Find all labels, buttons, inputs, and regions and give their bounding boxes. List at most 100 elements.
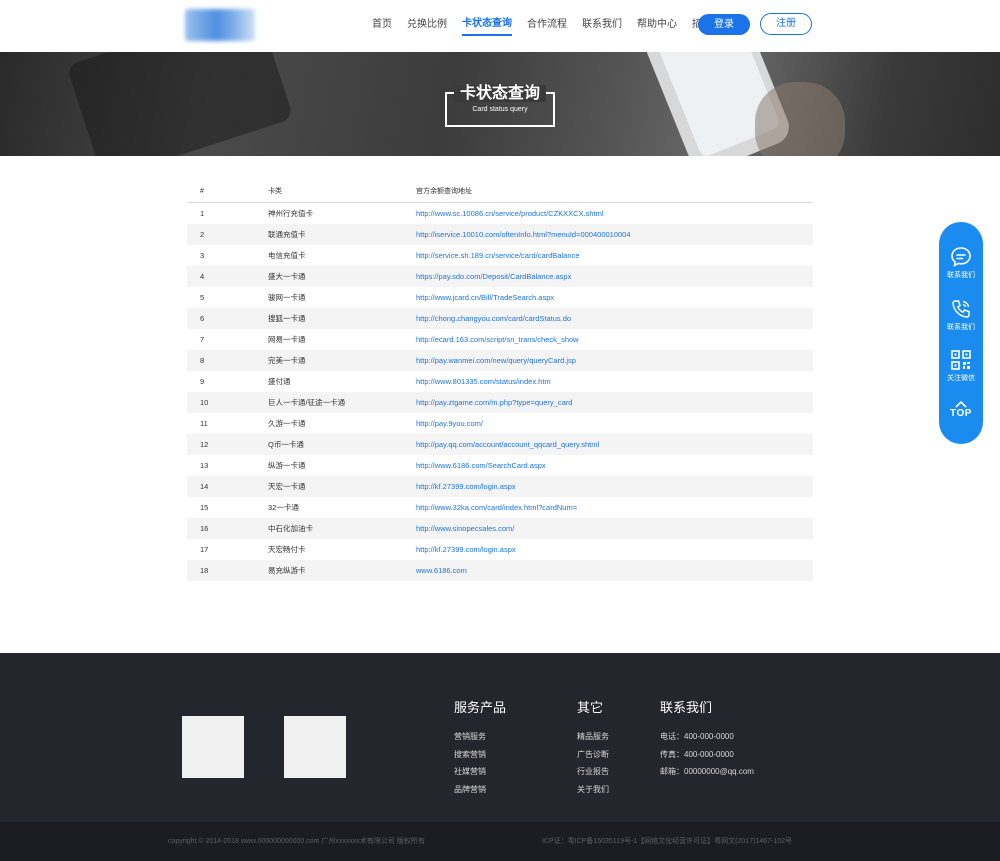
card-type-name: 骏网一卡通 — [268, 293, 306, 302]
row-number: 15 — [200, 503, 209, 512]
footer-bottom-bar: copyright © 2014-2018 www.000000000000.c… — [0, 822, 1000, 861]
nav-item-cooperation[interactable]: 合作流程 — [527, 0, 567, 52]
card-type-name: 完美一卡通 — [268, 356, 306, 365]
nav-item-help[interactable]: 帮助中心 — [637, 0, 677, 52]
card-type-name: 网易一卡通 — [268, 335, 306, 344]
main-nav: 首页 兑换比例 卡状态查询 合作流程 联系我们 帮助中心 招商合作 — [372, 0, 747, 52]
card-type-name: 神州行充值卡 — [268, 209, 313, 218]
footer-link[interactable]: 品牌营销 — [454, 781, 506, 799]
table-row: 13 纵游一卡通 http://www.6186.com/SearchCard.as… — [187, 455, 813, 476]
footer-services-title: 服务产品 — [454, 700, 507, 715]
card-type-name: 天宏畅付卡 — [268, 545, 306, 554]
footer-link[interactable]: 社媒营销 — [454, 763, 506, 781]
query-url-link[interactable]: http://www.jcard.cn/Bill/TradeSearch.asp… — [416, 287, 554, 308]
register-button[interactable]: 注册 — [760, 13, 812, 35]
query-url-link[interactable]: http://service.sh.189.cn/service/card/ca… — [416, 245, 579, 266]
icp-license-text: ICP证：粤ICP备15035119号-1【网络文化经营许可证】粤网文(2017… — [542, 838, 793, 845]
nav-item-card-status[interactable]: 卡状态查询 — [462, 0, 512, 36]
table-body: 1 神州行充值卡 http://www.sc.10086.cn/service/pr… — [187, 203, 813, 581]
nav-item-contact[interactable]: 联系我们 — [582, 0, 622, 52]
table-row: 2 联通充值卡 http://iservice.10010.com/oftenInf… — [187, 224, 813, 245]
footer-fax: 传真：400-000-0000 — [660, 749, 734, 759]
query-url-link[interactable]: http://kf.27399.com/login.aspx — [416, 539, 516, 560]
query-url-link[interactable]: http://www.sinopecsales.com/ — [416, 518, 514, 539]
table-row: 10 巨人一卡通/征途一卡通 http://pay.ztgame.com/m.php… — [187, 392, 813, 413]
row-number: 2 — [200, 230, 205, 239]
query-url-link[interactable]: https://pay.sdo.com/Deposit/CardBalance.… — [416, 266, 571, 287]
query-url-link[interactable]: http://www.801335.com/status/index.htm — [416, 371, 551, 392]
table-row: 3 电信充值卡 http://service.sh.189.cn/service/c… — [187, 245, 813, 266]
table-row: 5 骏网一卡通 http://www.jcard.cn/Bill/TradeSear… — [187, 287, 813, 308]
footer-link[interactable]: 搜索营销 — [454, 746, 506, 764]
footer-qr-code-1 — [182, 716, 244, 778]
footer-link[interactable]: 广告诊断 — [577, 746, 609, 764]
chat-bubble-icon — [951, 247, 971, 267]
float-contact-chat-label: 联系我们 — [947, 272, 975, 279]
footer-link[interactable]: 营销服务 — [454, 728, 506, 746]
query-url-link[interactable]: http://pay.wanmei.com/new/query/queryCar… — [416, 350, 576, 371]
site-logo[interactable] — [185, 9, 255, 41]
site-header: 首页 兑换比例 卡状态查询 合作流程 联系我们 帮助中心 招商合作 登录 注册 — [0, 0, 1000, 52]
row-number: 16 — [200, 524, 209, 533]
query-url-link[interactable]: http://pay.9you.com/ — [416, 413, 483, 434]
footer-phone: 电话：400-000-0000 — [660, 732, 734, 741]
row-number: 9 — [200, 377, 205, 386]
query-url-link[interactable]: http://kf.27399.com/login.aspx — [416, 476, 516, 497]
row-number: 12 — [200, 440, 209, 449]
card-type-name: Q币一卡通 — [268, 440, 304, 449]
row-number: 5 — [200, 293, 205, 302]
card-type-name: 易充纵游卡 — [268, 566, 306, 575]
table-row: 9 盛付通 http://www.801335.com/status/index.h… — [187, 371, 813, 392]
row-number: 11 — [200, 419, 208, 428]
footer-link[interactable]: 关于我们 — [577, 781, 609, 799]
floating-sidebar: 联系我们 联系我们 关注微信 TOP — [939, 222, 983, 444]
back-to-top-button[interactable]: TOP — [939, 400, 983, 419]
copyright-text: copyright © 2014-2018 www.000000000000.c… — [168, 838, 425, 845]
table-row: 18 易充纵游卡 www.6186.com — [187, 560, 813, 581]
card-type-name: 巨人一卡通/征途一卡通 — [268, 398, 346, 407]
table-header: # 卡类 官方余额查询地址 — [187, 180, 813, 203]
header-num: # — [200, 188, 204, 195]
table-row: 4 盛大一卡通 https://pay.sdo.com/Deposit/CardBa… — [187, 266, 813, 287]
login-button[interactable]: 登录 — [698, 14, 750, 35]
query-url-link[interactable]: http://iservice.10010.com/oftenInfo.html… — [416, 224, 631, 245]
query-url-link[interactable]: http://chong.changyou.com/card/cardStatu… — [416, 308, 571, 329]
query-url-link[interactable]: http://www.sc.10086.cn/service/product/C… — [416, 203, 604, 224]
footer-link[interactable]: 行业报告 — [577, 763, 609, 781]
footer-link[interactable]: 精品服务 — [577, 728, 609, 746]
footer-other-column: 其它 精品服务 广告诊断 行业报告 关于我们 — [577, 697, 609, 798]
query-url-link[interactable]: http://pay.ztgame.com/m.php?type=query_c… — [416, 392, 572, 413]
page-banner: 卡状态查询 Card status query — [0, 52, 1000, 156]
card-type-name: 久游一卡通 — [268, 419, 306, 428]
nav-item-exchange-rate[interactable]: 兑换比例 — [407, 0, 447, 52]
nav-item-home[interactable]: 首页 — [372, 0, 392, 52]
footer-contact-column: 联系我们 电话：400-000-0000 传真：400-000-0000 邮箱：… — [660, 697, 754, 781]
query-url-link[interactable]: http://pay.qq.com/account/account_qqcard… — [416, 434, 599, 455]
query-url-link[interactable]: http://www.32ka.com/card/index.html?card… — [416, 497, 577, 518]
row-number: 13 — [200, 461, 209, 470]
footer-other-title: 其它 — [577, 700, 604, 715]
float-wechat[interactable]: 关注微信 — [939, 349, 983, 383]
table-row: 16 中石化加油卡 http://www.sinopecsales.com/ — [187, 518, 813, 539]
table-row: 14 天宏一卡通 http://kf.27399.com/login.aspx — [187, 476, 813, 497]
card-type-name: 搜狐一卡通 — [268, 314, 306, 323]
row-number: 6 — [200, 314, 205, 323]
row-number: 4 — [200, 272, 205, 281]
float-contact-chat[interactable]: 联系我们 — [939, 246, 983, 280]
chevron-up-icon — [955, 400, 967, 408]
query-url-link[interactable]: www.6186.com — [416, 560, 467, 581]
site-footer: 服务产品 营销服务 搜索营销 社媒营销 品牌营销 其它 精品服务 广告诊断 行业… — [0, 653, 1000, 822]
table-row: 6 搜狐一卡通 http://chong.changyou.com/card/car… — [187, 308, 813, 329]
card-type-name: 天宏一卡通 — [268, 482, 306, 491]
table-row: 17 天宏畅付卡 http://kf.27399.com/login.aspx — [187, 539, 813, 560]
table-row: 1 神州行充值卡 http://www.sc.10086.cn/service/pr… — [187, 203, 813, 224]
query-url-link[interactable]: http://ecard.163.com/script/sn_trans/che… — [416, 329, 579, 350]
float-contact-phone-label: 联系我们 — [947, 324, 975, 331]
footer-email: 邮箱：00000000@qq.com — [660, 767, 754, 776]
footer-services-column: 服务产品 营销服务 搜索营销 社媒营销 品牌营销 — [454, 697, 506, 798]
page-title: 卡状态查询 — [453, 85, 546, 102]
float-contact-phone[interactable]: 联系我们 — [939, 298, 983, 332]
query-url-link[interactable]: http://www.6186.com/SearchCard.aspx — [416, 455, 546, 476]
row-number: 1 — [200, 209, 205, 218]
card-type-name: 盛大一卡通 — [268, 272, 306, 281]
